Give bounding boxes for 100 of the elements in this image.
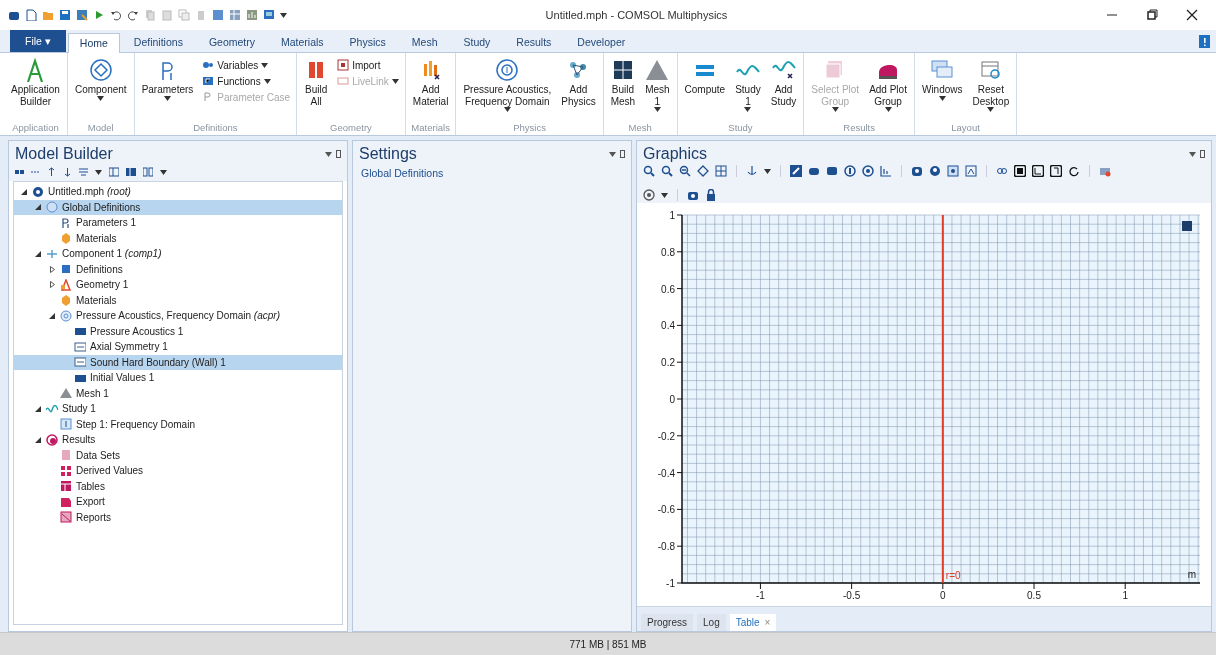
close-tab-button[interactable]: × xyxy=(764,617,771,628)
camera-icon[interactable] xyxy=(911,165,923,177)
anchor-icon[interactable] xyxy=(746,165,758,177)
ribbon-button[interactable]: Add Material xyxy=(409,55,452,122)
zoom-out-icon[interactable] xyxy=(661,165,673,177)
tree-item[interactable]: Component 1 (comp1) xyxy=(14,246,342,262)
camera-icon[interactable] xyxy=(687,189,699,201)
rounded-square-icon[interactable] xyxy=(826,165,838,177)
play-icon[interactable] xyxy=(93,9,105,21)
collapsed-arrow-icon[interactable] xyxy=(49,281,55,289)
tree-item[interactable]: Study 1 xyxy=(14,401,342,417)
ribbon-button[interactable]: Parameters xyxy=(138,55,197,122)
tree-item[interactable]: Pressure Acoustics 1 xyxy=(14,323,342,339)
collapsed-arrow-icon[interactable] xyxy=(49,265,55,273)
ribbon-tab[interactable]: Definitions xyxy=(121,32,195,52)
tree-item[interactable]: Reports xyxy=(14,509,342,525)
split-icon[interactable] xyxy=(143,167,153,177)
ribbon-button[interactable]: Add Plot Group xyxy=(866,55,910,122)
tree-item[interactable]: Export xyxy=(14,494,342,510)
frame-icon[interactable] xyxy=(947,165,959,177)
new-file-icon[interactable] xyxy=(25,9,37,21)
close-icon[interactable] xyxy=(1186,9,1198,21)
ribbon-tab[interactable]: Developer xyxy=(565,32,638,52)
panel-tab[interactable]: Log xyxy=(697,614,726,631)
ribbon-button[interactable]: Build All xyxy=(301,55,332,122)
undo-icon[interactable] xyxy=(110,9,122,21)
tree-item[interactable]: Definitions xyxy=(14,261,342,277)
tree-item[interactable]: Data Sets xyxy=(14,447,342,463)
expanded-arrow-icon[interactable] xyxy=(35,250,41,257)
tree-item[interactable]: Sound Hard Boundary (Wall) 1 xyxy=(14,354,342,370)
chart-icon[interactable] xyxy=(246,9,258,21)
ribbon-tab[interactable]: Home xyxy=(67,33,120,53)
lock-icon[interactable] xyxy=(705,189,717,201)
monitor-icon[interactable] xyxy=(263,9,275,21)
tree-item[interactable]: Results xyxy=(14,432,342,448)
ribbon-button[interactable]: Add Study xyxy=(767,55,800,122)
ribbon-button[interactable]: Add Physics xyxy=(558,55,599,122)
expanded-arrow-icon[interactable] xyxy=(35,204,41,211)
ribbon-button[interactable]: Component xyxy=(71,55,130,122)
file-menu-tab[interactable]: File ▾ xyxy=(10,30,66,52)
tree-item[interactable]: Parameters 1 xyxy=(14,215,342,231)
tree-item[interactable]: Global Definitions xyxy=(14,199,342,215)
save-icon[interactable] xyxy=(59,9,71,21)
tree-item[interactable]: Geometry 1 xyxy=(14,277,342,293)
expand-icon[interactable] xyxy=(15,167,24,177)
ribbon-button[interactable]: Functions xyxy=(200,74,293,88)
ribbon-button[interactable]: Variables xyxy=(200,58,293,72)
ribbon-button[interactable]: Mesh 1 xyxy=(642,55,673,122)
square-icon[interactable] xyxy=(1050,165,1062,177)
tree-item[interactable]: Axial Symmetry 1 xyxy=(14,339,342,355)
zoom-in-icon[interactable] xyxy=(643,165,655,177)
ribbon-button[interactable]: Windows xyxy=(918,55,966,122)
move-up-icon[interactable] xyxy=(47,167,56,177)
panel-tab[interactable]: Table × xyxy=(729,614,777,631)
tree-item[interactable]: Materials xyxy=(14,292,342,308)
square-icon[interactable] xyxy=(1014,165,1026,177)
expanded-arrow-icon[interactable] xyxy=(49,312,55,319)
move-down-icon[interactable] xyxy=(63,167,72,177)
redo-icon[interactable] xyxy=(127,9,139,21)
link-icon[interactable] xyxy=(996,165,1008,177)
ribbon-tab[interactable]: Geometry xyxy=(196,32,267,52)
diamond-icon[interactable] xyxy=(697,165,709,177)
tree-item[interactable]: Mesh 1 xyxy=(14,385,342,401)
square-icon[interactable] xyxy=(1032,165,1044,177)
ribbon-button[interactable]: Compute xyxy=(681,55,729,122)
tree-item[interactable]: Derived Values xyxy=(14,463,342,479)
panel-icon[interactable] xyxy=(126,167,136,177)
ribbon-tab[interactable]: Mesh xyxy=(399,32,450,52)
ribbon-button[interactable]: Pressure Acoustics, Frequency Domain xyxy=(460,55,555,122)
save-as-icon[interactable] xyxy=(76,9,88,21)
expanded-arrow-icon[interactable] xyxy=(35,405,41,412)
refresh-icon[interactable] xyxy=(1068,165,1080,177)
maximize-icon[interactable] xyxy=(620,150,625,158)
caret-icon[interactable] xyxy=(1189,151,1196,157)
restore-icon[interactable] xyxy=(1146,9,1158,21)
tree-item[interactable]: Materials xyxy=(14,230,342,246)
ribbon-tab[interactable]: Physics xyxy=(337,32,398,52)
window-icon[interactable] xyxy=(212,9,224,21)
chart-icon[interactable] xyxy=(880,165,892,177)
tree-item[interactable]: Step 1: Frequency Domain xyxy=(14,416,342,432)
columns-icon[interactable] xyxy=(109,167,119,177)
circle-icon[interactable] xyxy=(844,165,856,177)
image-icon[interactable] xyxy=(965,165,977,177)
caret-icon[interactable] xyxy=(325,151,332,157)
ribbon-tab[interactable]: Materials xyxy=(269,32,336,52)
tree-item[interactable]: Tables xyxy=(14,478,342,494)
notification-icon[interactable] xyxy=(1199,34,1210,48)
table-icon[interactable] xyxy=(229,9,241,21)
ribbon-button[interactable]: Build Mesh xyxy=(607,55,639,122)
circle-icon[interactable] xyxy=(862,165,874,177)
panel-tab[interactable]: Progress xyxy=(641,614,693,631)
grid-icon[interactable] xyxy=(715,165,727,177)
expanded-arrow-icon[interactable] xyxy=(21,188,27,195)
caret-icon[interactable] xyxy=(609,151,616,157)
ribbon-button[interactable]: Reset Desktop xyxy=(969,55,1013,122)
maximize-icon[interactable] xyxy=(336,150,341,158)
ribbon-button[interactable]: Application Builder xyxy=(8,55,63,122)
zoom-box-icon[interactable] xyxy=(679,165,691,177)
tree-item[interactable]: Untitled.mph (root) xyxy=(14,184,342,200)
ribbon-tab[interactable]: Results xyxy=(504,32,564,52)
